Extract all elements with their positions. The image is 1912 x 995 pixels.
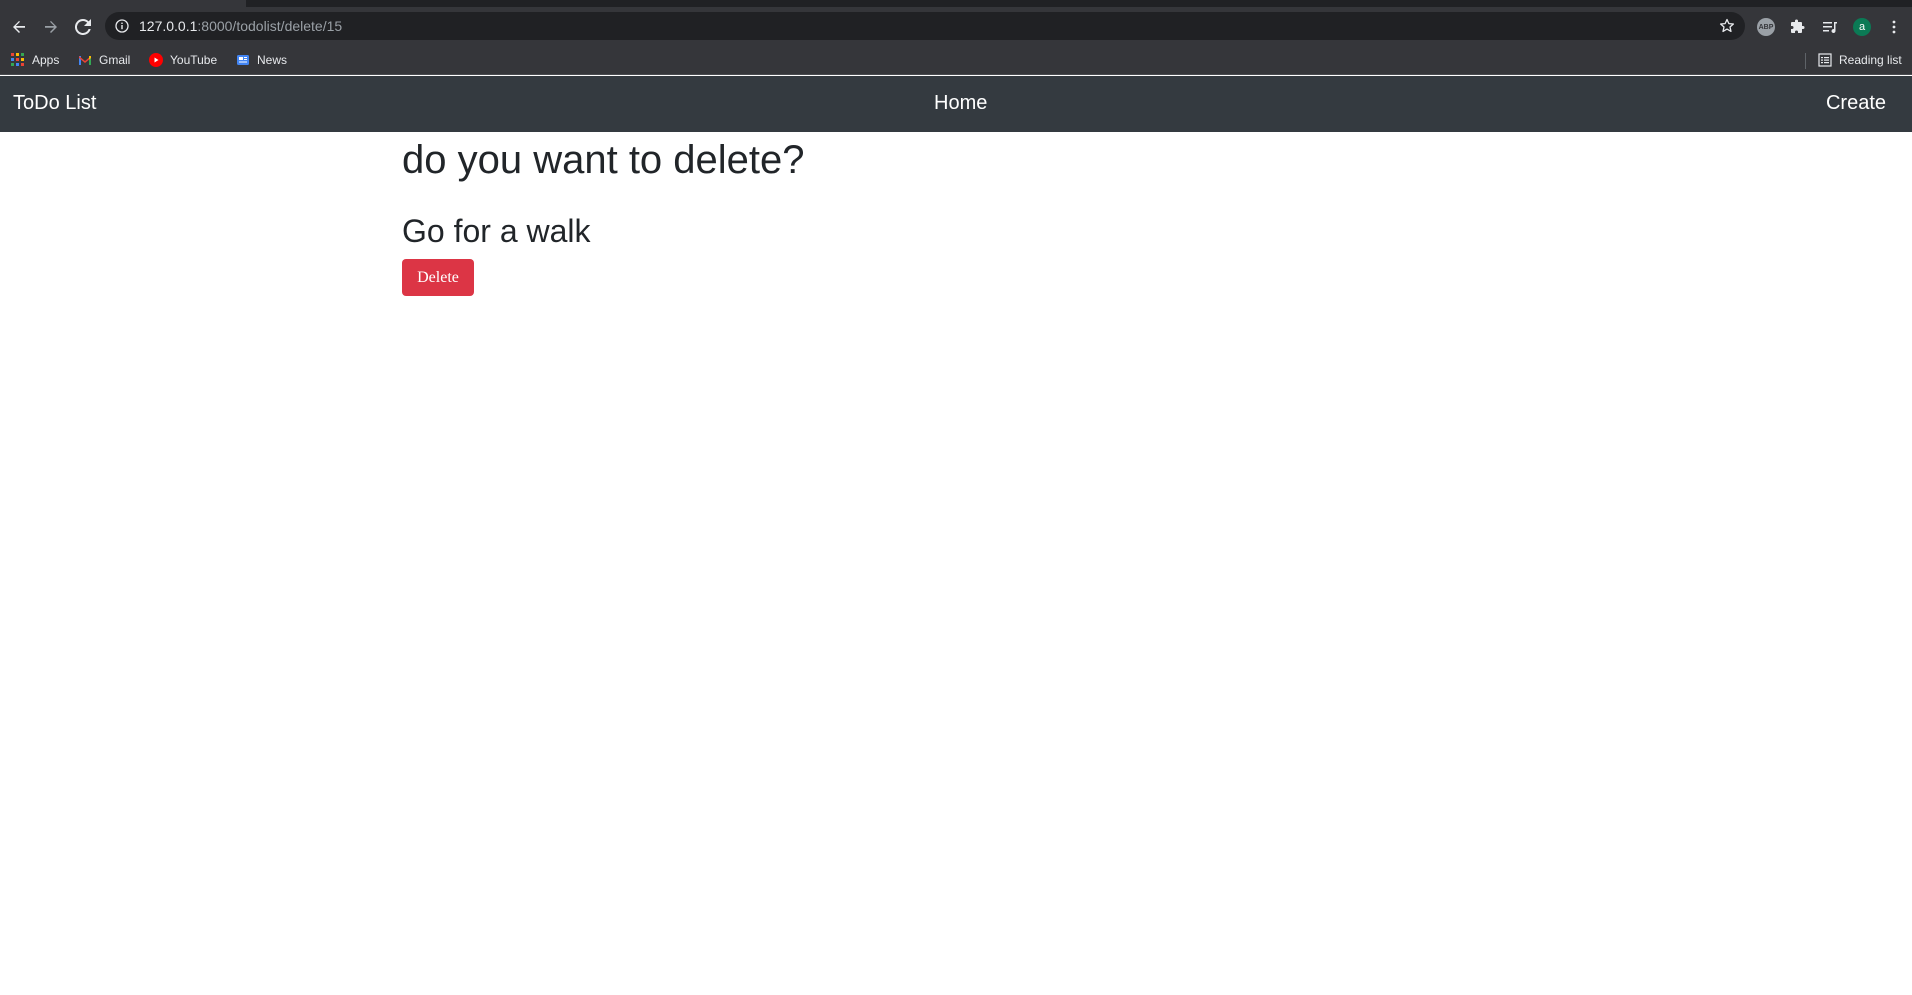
puzzle-icon <box>1791 19 1805 33</box>
todo-item-title: Go for a walk <box>402 213 591 249</box>
back-button[interactable] <box>9 17 29 37</box>
bookmark-label: YouTube <box>170 53 218 67</box>
url-text[interactable]: 127.0.0.1:8000/todolist/delete/15 <box>139 18 342 34</box>
news-icon <box>237 55 249 65</box>
bookmark-star-icon[interactable] <box>1719 18 1735 34</box>
url-host: 127.0.0.1 <box>139 18 198 34</box>
back-arrow-icon <box>13 21 25 33</box>
delete-button[interactable]: Delete <box>402 259 474 296</box>
reload-button[interactable] <box>73 17 93 37</box>
reading-list-button[interactable]: Reading list <box>1818 51 1902 69</box>
bookmark-label: News <box>257 53 288 67</box>
media-control-button[interactable] <box>1821 18 1839 36</box>
bookmark-gmail[interactable]: Gmail <box>78 51 130 69</box>
forward-button[interactable] <box>41 17 61 37</box>
adblock-plus-icon[interactable]: ABP <box>1757 18 1775 36</box>
nav-create-link[interactable]: Create <box>1826 91 1886 115</box>
bookmark-news[interactable]: News <box>236 51 287 69</box>
playlist-icon <box>1823 22 1837 34</box>
brand-link[interactable]: ToDo List <box>13 91 96 115</box>
info-icon[interactable] <box>115 19 129 33</box>
browser-toolbar: 127.0.0.1:8000/todolist/delete/15 ABP a <box>0 7 1912 45</box>
profile-avatar[interactable]: a <box>1853 18 1871 36</box>
reload-icon <box>75 19 91 35</box>
apps-grid-icon <box>11 53 24 66</box>
browser-tab-strip <box>0 0 1912 7</box>
kebab-menu-icon <box>1892 20 1896 34</box>
page-title: do you want to delete? <box>402 138 805 182</box>
reading-list-icon <box>1818 53 1832 67</box>
bookmark-label: Apps <box>32 53 60 67</box>
bookmark-apps[interactable]: Apps <box>11 51 59 69</box>
youtube-icon <box>149 53 163 67</box>
bookmark-label: Gmail <box>99 53 131 67</box>
url-path: :8000/todolist/delete/15 <box>197 18 343 34</box>
forward-arrow-icon <box>45 21 57 33</box>
reading-list-label: Reading list <box>1839 53 1902 67</box>
bookmarks-bar: Apps Gmail YouTube News Reading list <box>0 45 1912 75</box>
address-bar[interactable]: 127.0.0.1:8000/todolist/delete/15 <box>105 12 1745 40</box>
browser-menu-button[interactable] <box>1885 18 1903 36</box>
bookmarks-divider <box>1805 53 1806 69</box>
extensions-button[interactable] <box>1789 18 1807 36</box>
app-navbar: ToDo List Home Create <box>0 76 1912 132</box>
bookmark-youtube[interactable]: YouTube <box>149 51 217 69</box>
gmail-icon <box>79 56 91 65</box>
nav-home-link[interactable]: Home <box>934 91 987 115</box>
active-tab[interactable] <box>0 0 246 7</box>
